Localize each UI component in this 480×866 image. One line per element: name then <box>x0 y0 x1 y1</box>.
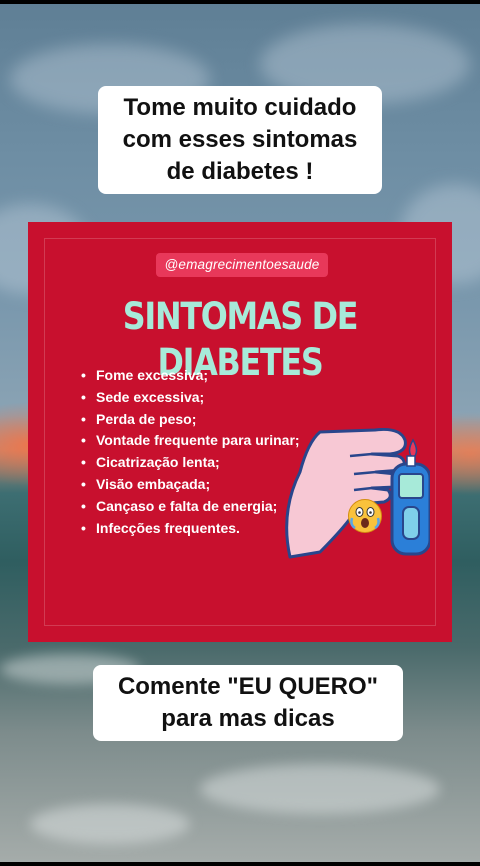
symptom-item: Vontade frequente para urinar; <box>80 430 300 452</box>
finger-prick-glucose-meter-icon <box>285 428 430 559</box>
bottom-caption-line: para mas dicas <box>161 705 335 732</box>
top-caption: Tome muito cuidado com esses sintomas de… <box>98 86 382 194</box>
symptom-item: Perda de peso; <box>80 409 300 431</box>
top-caption-line: de diabetes ! <box>166 158 314 185</box>
bottom-caption: Comente "EU QUERO" para mas dicas <box>93 665 403 741</box>
instagram-handle: @emagrecimentoesaude <box>156 253 328 277</box>
top-caption-line: Tome muito cuidado <box>123 94 357 121</box>
symptoms-list: Fome excessiva; Sede excessiva; Perda de… <box>80 365 300 539</box>
top-caption-line: com esses sintomas <box>122 126 358 153</box>
symptom-item: Cicatrização lenta; <box>80 452 300 474</box>
diabetes-symptoms-card: @emagrecimentoesaude SINTOMAS DE DIABETE… <box>28 222 452 642</box>
symptom-item: Cançaso e falta de energia; <box>80 496 300 518</box>
symptom-item: Sede excessiva; <box>80 387 300 409</box>
symptom-item: Infecções frequentes. <box>80 518 300 540</box>
symptom-item: Fome excessiva; <box>80 365 300 387</box>
bottom-caption-line: Comente "EU QUERO" <box>117 673 379 700</box>
screaming-face-emoji <box>348 499 382 533</box>
symptom-item: Visão embaçada; <box>80 474 300 496</box>
